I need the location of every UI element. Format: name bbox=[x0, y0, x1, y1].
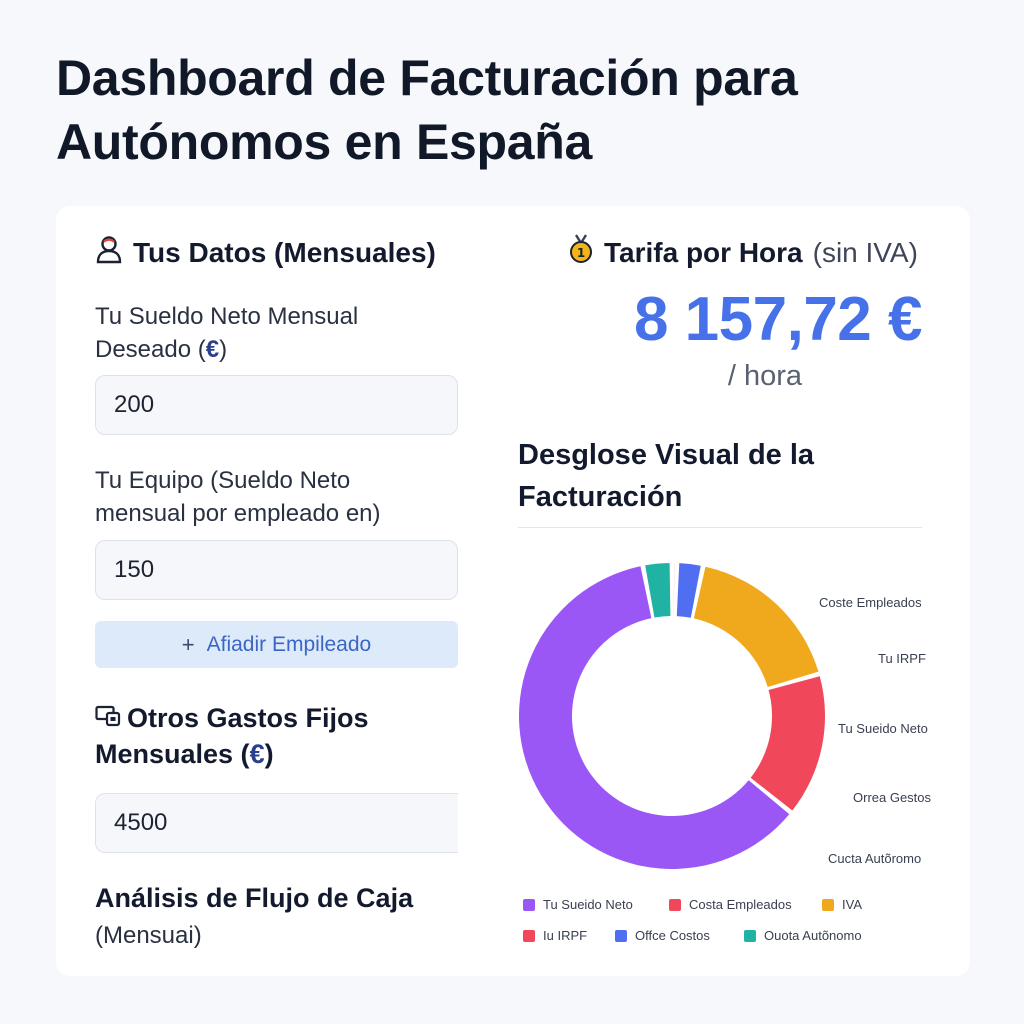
legend-swatch bbox=[523, 929, 535, 942]
team-label-line2: mensual por empleado en) bbox=[95, 500, 381, 527]
legend-item: IVA bbox=[822, 897, 862, 912]
salary-label-line2: Deseado (€) bbox=[95, 333, 358, 366]
side-label: Orrea Gestos bbox=[853, 790, 932, 805]
legend-label: Offce Costos bbox=[635, 928, 710, 943]
euro-sign: € bbox=[249, 739, 265, 769]
salary-input[interactable]: 200 bbox=[95, 375, 458, 435]
add-employee-label: Afiadir Empileado bbox=[206, 632, 372, 656]
other-expenses-title: Otros Gastos Fijos Mensuales (€) bbox=[95, 700, 369, 772]
legend-item: Ouota Autõnomo bbox=[744, 928, 862, 943]
team-label: Tu Equipo (Sueldo Neto mensual por emple… bbox=[95, 464, 381, 530]
other-expenses-text1: Otros Gastos Fijos bbox=[127, 703, 369, 733]
side-label: Tu Sueido Neto bbox=[838, 721, 928, 736]
salary-label-line1: Tu Sueldo Neto Mensual bbox=[95, 303, 359, 330]
cashflow-subtitle: (Mensuai) bbox=[95, 922, 202, 949]
side-label: Coste Empleados bbox=[819, 595, 922, 610]
other-expenses-line1: Otros Gastos Fijos bbox=[95, 700, 369, 736]
legend-label: Tu Sueido Neto bbox=[543, 897, 633, 912]
divider bbox=[518, 527, 922, 528]
legend-swatch bbox=[523, 898, 535, 911]
legend-swatch bbox=[822, 898, 834, 911]
hourly-rate-unit: / hora bbox=[727, 360, 802, 392]
legend-item: Tu Sueido Neto bbox=[523, 897, 633, 912]
other-expenses-close: ) bbox=[264, 739, 274, 769]
devices-icon bbox=[95, 700, 121, 736]
team-label-line1: Tu Equipo (Sueldo Neto bbox=[95, 467, 351, 494]
legend-label: Iu IRPF bbox=[543, 928, 588, 943]
legend-label: Ouota Autõnomo bbox=[764, 928, 862, 943]
cashflow-title: Análisis de Flujo de Caja bbox=[95, 883, 414, 913]
legend-label: IVA bbox=[842, 897, 862, 912]
rate-qualifier: (sin IVA) bbox=[812, 236, 918, 268]
other-expenses-input[interactable]: 4500 bbox=[95, 793, 458, 853]
other-expenses-line2: Mensuales (€) bbox=[95, 736, 369, 772]
side-label: Tu IRPF bbox=[878, 651, 926, 666]
add-employee-button[interactable]: + Afiadir Empileado bbox=[95, 621, 458, 668]
page-title: Dashboard de Facturación para Autónomos … bbox=[56, 50, 798, 170]
user-icon bbox=[95, 234, 123, 271]
team-salary-input[interactable]: 150 bbox=[95, 540, 458, 600]
legend-swatch bbox=[669, 898, 681, 911]
legend-item: Offce Costos bbox=[615, 928, 710, 943]
data-section-header: Tus Datos (Mensuales) bbox=[95, 234, 436, 271]
salary-label: Tu Sueldo Neto Mensual Deseado (€) bbox=[95, 300, 358, 366]
legend-item: Costa Empleados bbox=[669, 897, 792, 912]
salary-label-text: Deseado ( bbox=[95, 336, 206, 363]
other-expenses-text2: Mensuales ( bbox=[95, 739, 250, 769]
rate-header: 1 Tarifa por Hora (sin IVA) bbox=[568, 234, 918, 271]
data-section-title: Tus Datos (Mensuales) bbox=[133, 236, 436, 268]
donut-slice-costa-empleados bbox=[750, 676, 825, 811]
side-label: Cucta Autõromo bbox=[828, 851, 922, 866]
euro-sign: € bbox=[205, 336, 220, 363]
legend-swatch bbox=[744, 929, 756, 942]
legend-item: Iu IRPF bbox=[523, 928, 587, 943]
breakdown-title: Desglose Visual de la Facturación bbox=[518, 439, 815, 513]
legend-swatch bbox=[615, 929, 627, 942]
donut-slice-iva bbox=[693, 566, 819, 688]
rate-title: Tarifa por Hora bbox=[604, 236, 803, 268]
hourly-rate-value: 8 157,72 € bbox=[633, 285, 923, 354]
medal-icon: 1 bbox=[568, 234, 594, 271]
donut-chart bbox=[519, 563, 825, 869]
donut-slice-iu-irpf bbox=[673, 563, 675, 617]
svg-text:1: 1 bbox=[577, 246, 585, 260]
salary-label-close: ) bbox=[219, 336, 228, 363]
legend-label: Costa Empleados bbox=[689, 897, 792, 912]
plus-icon: + bbox=[181, 631, 195, 657]
